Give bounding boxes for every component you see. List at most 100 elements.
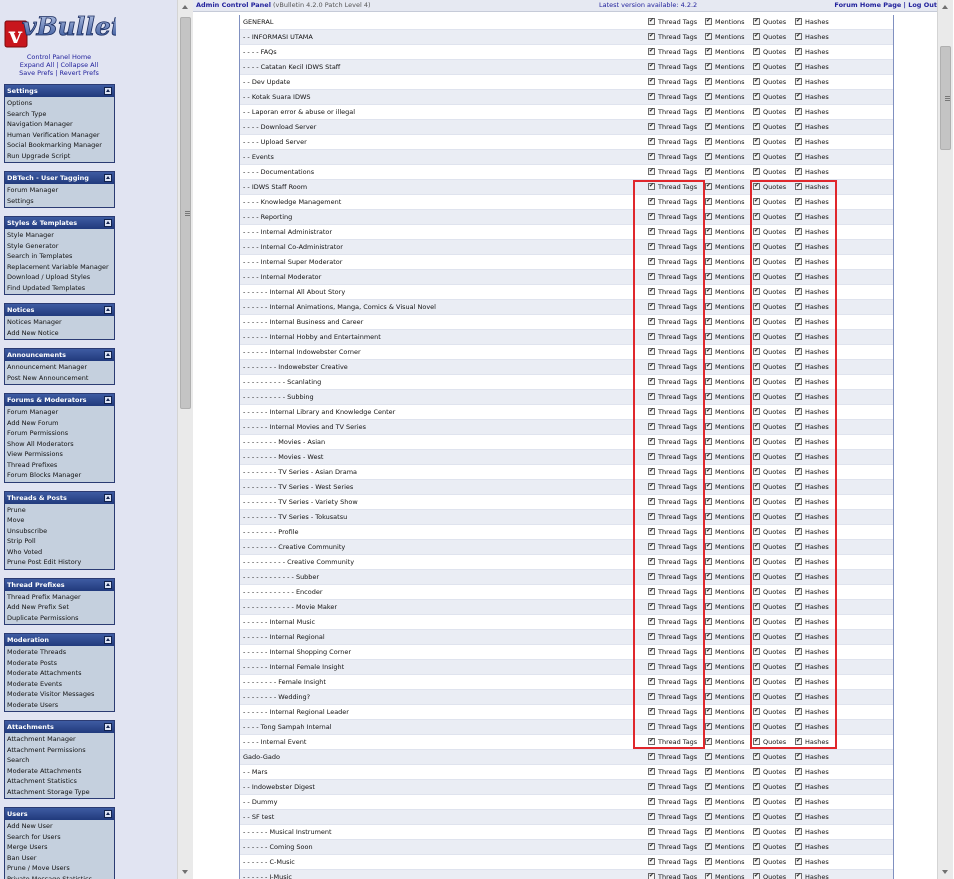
nav-item-search-in-templates[interactable]: Search in Templates xyxy=(7,251,114,262)
hashes-checkbox[interactable] xyxy=(795,77,802,85)
nav-group-header[interactable]: Styles & Templates xyxy=(5,217,114,229)
hashes-checkbox[interactable] xyxy=(795,437,802,445)
thread-tags-checkbox[interactable] xyxy=(648,692,655,700)
thread-tags-checkbox[interactable] xyxy=(648,32,655,40)
thread-tags-checkbox[interactable] xyxy=(648,557,655,565)
logout-link[interactable]: Log Out xyxy=(908,1,937,9)
thread-tags-checkbox[interactable] xyxy=(648,857,655,865)
quotes-checkbox[interactable] xyxy=(753,77,760,85)
scroll-up-arrow-icon[interactable] xyxy=(942,5,948,9)
quotes-checkbox[interactable] xyxy=(753,617,760,625)
mentions-checkbox[interactable] xyxy=(705,707,712,715)
mentions-checkbox[interactable] xyxy=(705,332,712,340)
nav-scroll-thumb[interactable] xyxy=(180,17,191,409)
quotes-checkbox[interactable] xyxy=(753,572,760,580)
main-scrollbar[interactable] xyxy=(937,0,953,879)
nav-item-prune[interactable]: Prune xyxy=(7,505,114,516)
collapse-arrow-icon[interactable] xyxy=(104,810,112,818)
mentions-checkbox[interactable] xyxy=(705,242,712,250)
nav-item-search-type[interactable]: Search Type xyxy=(7,109,114,120)
mentions-checkbox[interactable] xyxy=(705,137,712,145)
cp-title-link[interactable]: Admin Control Panel xyxy=(196,1,271,9)
hashes-checkbox[interactable] xyxy=(795,842,802,850)
quotes-checkbox[interactable] xyxy=(753,407,760,415)
nav-item-private-message-statistics[interactable]: Private Message Statistics xyxy=(7,874,114,879)
nav-item-replacement-variable-manager[interactable]: Replacement Variable Manager xyxy=(7,262,114,273)
hashes-checkbox[interactable] xyxy=(795,542,802,550)
thread-tags-checkbox[interactable] xyxy=(648,707,655,715)
nav-item-add-new-notice[interactable]: Add New Notice xyxy=(7,328,114,339)
nav-item-moderate-attachments[interactable]: Moderate Attachments xyxy=(7,766,114,777)
mentions-checkbox[interactable] xyxy=(705,17,712,25)
hashes-checkbox[interactable] xyxy=(795,257,802,265)
thread-tags-checkbox[interactable] xyxy=(648,512,655,520)
quotes-checkbox[interactable] xyxy=(753,422,760,430)
quotes-checkbox[interactable] xyxy=(753,842,760,850)
quotes-checkbox[interactable] xyxy=(753,827,760,835)
hashes-checkbox[interactable] xyxy=(795,212,802,220)
quotes-checkbox[interactable] xyxy=(753,722,760,730)
thread-tags-checkbox[interactable] xyxy=(648,332,655,340)
nav-item-thread-prefixes[interactable]: Thread Prefixes xyxy=(7,460,114,471)
thread-tags-checkbox[interactable] xyxy=(648,182,655,190)
quotes-checkbox[interactable] xyxy=(753,752,760,760)
mentions-checkbox[interactable] xyxy=(705,302,712,310)
nav-group-header[interactable]: DBTech - User Tagging xyxy=(5,172,114,184)
mentions-checkbox[interactable] xyxy=(705,512,712,520)
quotes-checkbox[interactable] xyxy=(753,662,760,670)
nav-item-forum-manager[interactable]: Forum Manager xyxy=(7,407,114,418)
thread-tags-checkbox[interactable] xyxy=(648,107,655,115)
nav-group-header[interactable]: Announcements xyxy=(5,349,114,361)
mentions-checkbox[interactable] xyxy=(705,767,712,775)
nav-item-move[interactable]: Move xyxy=(7,515,114,526)
hashes-checkbox[interactable] xyxy=(795,377,802,385)
mentions-checkbox[interactable] xyxy=(705,632,712,640)
nav-item-style-generator[interactable]: Style Generator xyxy=(7,241,114,252)
thread-tags-checkbox[interactable] xyxy=(648,77,655,85)
quotes-checkbox[interactable] xyxy=(753,482,760,490)
quotes-checkbox[interactable] xyxy=(753,122,760,130)
mentions-checkbox[interactable] xyxy=(705,452,712,460)
nav-item-announcement-manager[interactable]: Announcement Manager xyxy=(7,362,114,373)
quotes-checkbox[interactable] xyxy=(753,782,760,790)
quotes-checkbox[interactable] xyxy=(753,437,760,445)
nav-group-header[interactable]: Settings xyxy=(5,85,114,97)
thread-tags-checkbox[interactable] xyxy=(648,62,655,70)
thread-tags-checkbox[interactable] xyxy=(648,527,655,535)
quotes-checkbox[interactable] xyxy=(753,317,760,325)
nav-item-thread-prefix-manager[interactable]: Thread Prefix Manager xyxy=(7,592,114,603)
quotes-checkbox[interactable] xyxy=(753,497,760,505)
hashes-checkbox[interactable] xyxy=(795,392,802,400)
thread-tags-checkbox[interactable] xyxy=(648,197,655,205)
mentions-checkbox[interactable] xyxy=(705,62,712,70)
nav-item-search-for-users[interactable]: Search for Users xyxy=(7,832,114,843)
quotes-checkbox[interactable] xyxy=(753,152,760,160)
mentions-checkbox[interactable] xyxy=(705,842,712,850)
quotes-checkbox[interactable] xyxy=(753,47,760,55)
quotes-checkbox[interactable] xyxy=(753,767,760,775)
hashes-checkbox[interactable] xyxy=(795,857,802,865)
hashes-checkbox[interactable] xyxy=(795,332,802,340)
thread-tags-checkbox[interactable] xyxy=(648,347,655,355)
quotes-checkbox[interactable] xyxy=(753,872,760,879)
collapse-arrow-icon[interactable] xyxy=(104,580,112,589)
hashes-checkbox[interactable] xyxy=(795,167,802,175)
quotes-checkbox[interactable] xyxy=(753,602,760,610)
thread-tags-checkbox[interactable] xyxy=(648,212,655,220)
thread-tags-checkbox[interactable] xyxy=(648,842,655,850)
mentions-checkbox[interactable] xyxy=(705,167,712,175)
hashes-checkbox[interactable] xyxy=(795,872,802,879)
quotes-checkbox[interactable] xyxy=(753,212,760,220)
nav-item-download-upload-styles[interactable]: Download / Upload Styles xyxy=(7,272,114,283)
collapse-arrow-icon[interactable] xyxy=(104,219,112,227)
quotes-checkbox[interactable] xyxy=(753,467,760,475)
nav-item-add-new-forum[interactable]: Add New Forum xyxy=(7,418,114,429)
nav-link-expand-all-collapse-all[interactable]: Expand All | Collapse All xyxy=(0,61,118,69)
mentions-checkbox[interactable] xyxy=(705,107,712,115)
thread-tags-checkbox[interactable] xyxy=(648,722,655,730)
quotes-checkbox[interactable] xyxy=(753,797,760,805)
quotes-checkbox[interactable] xyxy=(753,677,760,685)
hashes-checkbox[interactable] xyxy=(795,752,802,760)
thread-tags-checkbox[interactable] xyxy=(648,647,655,655)
mentions-checkbox[interactable] xyxy=(705,797,712,805)
